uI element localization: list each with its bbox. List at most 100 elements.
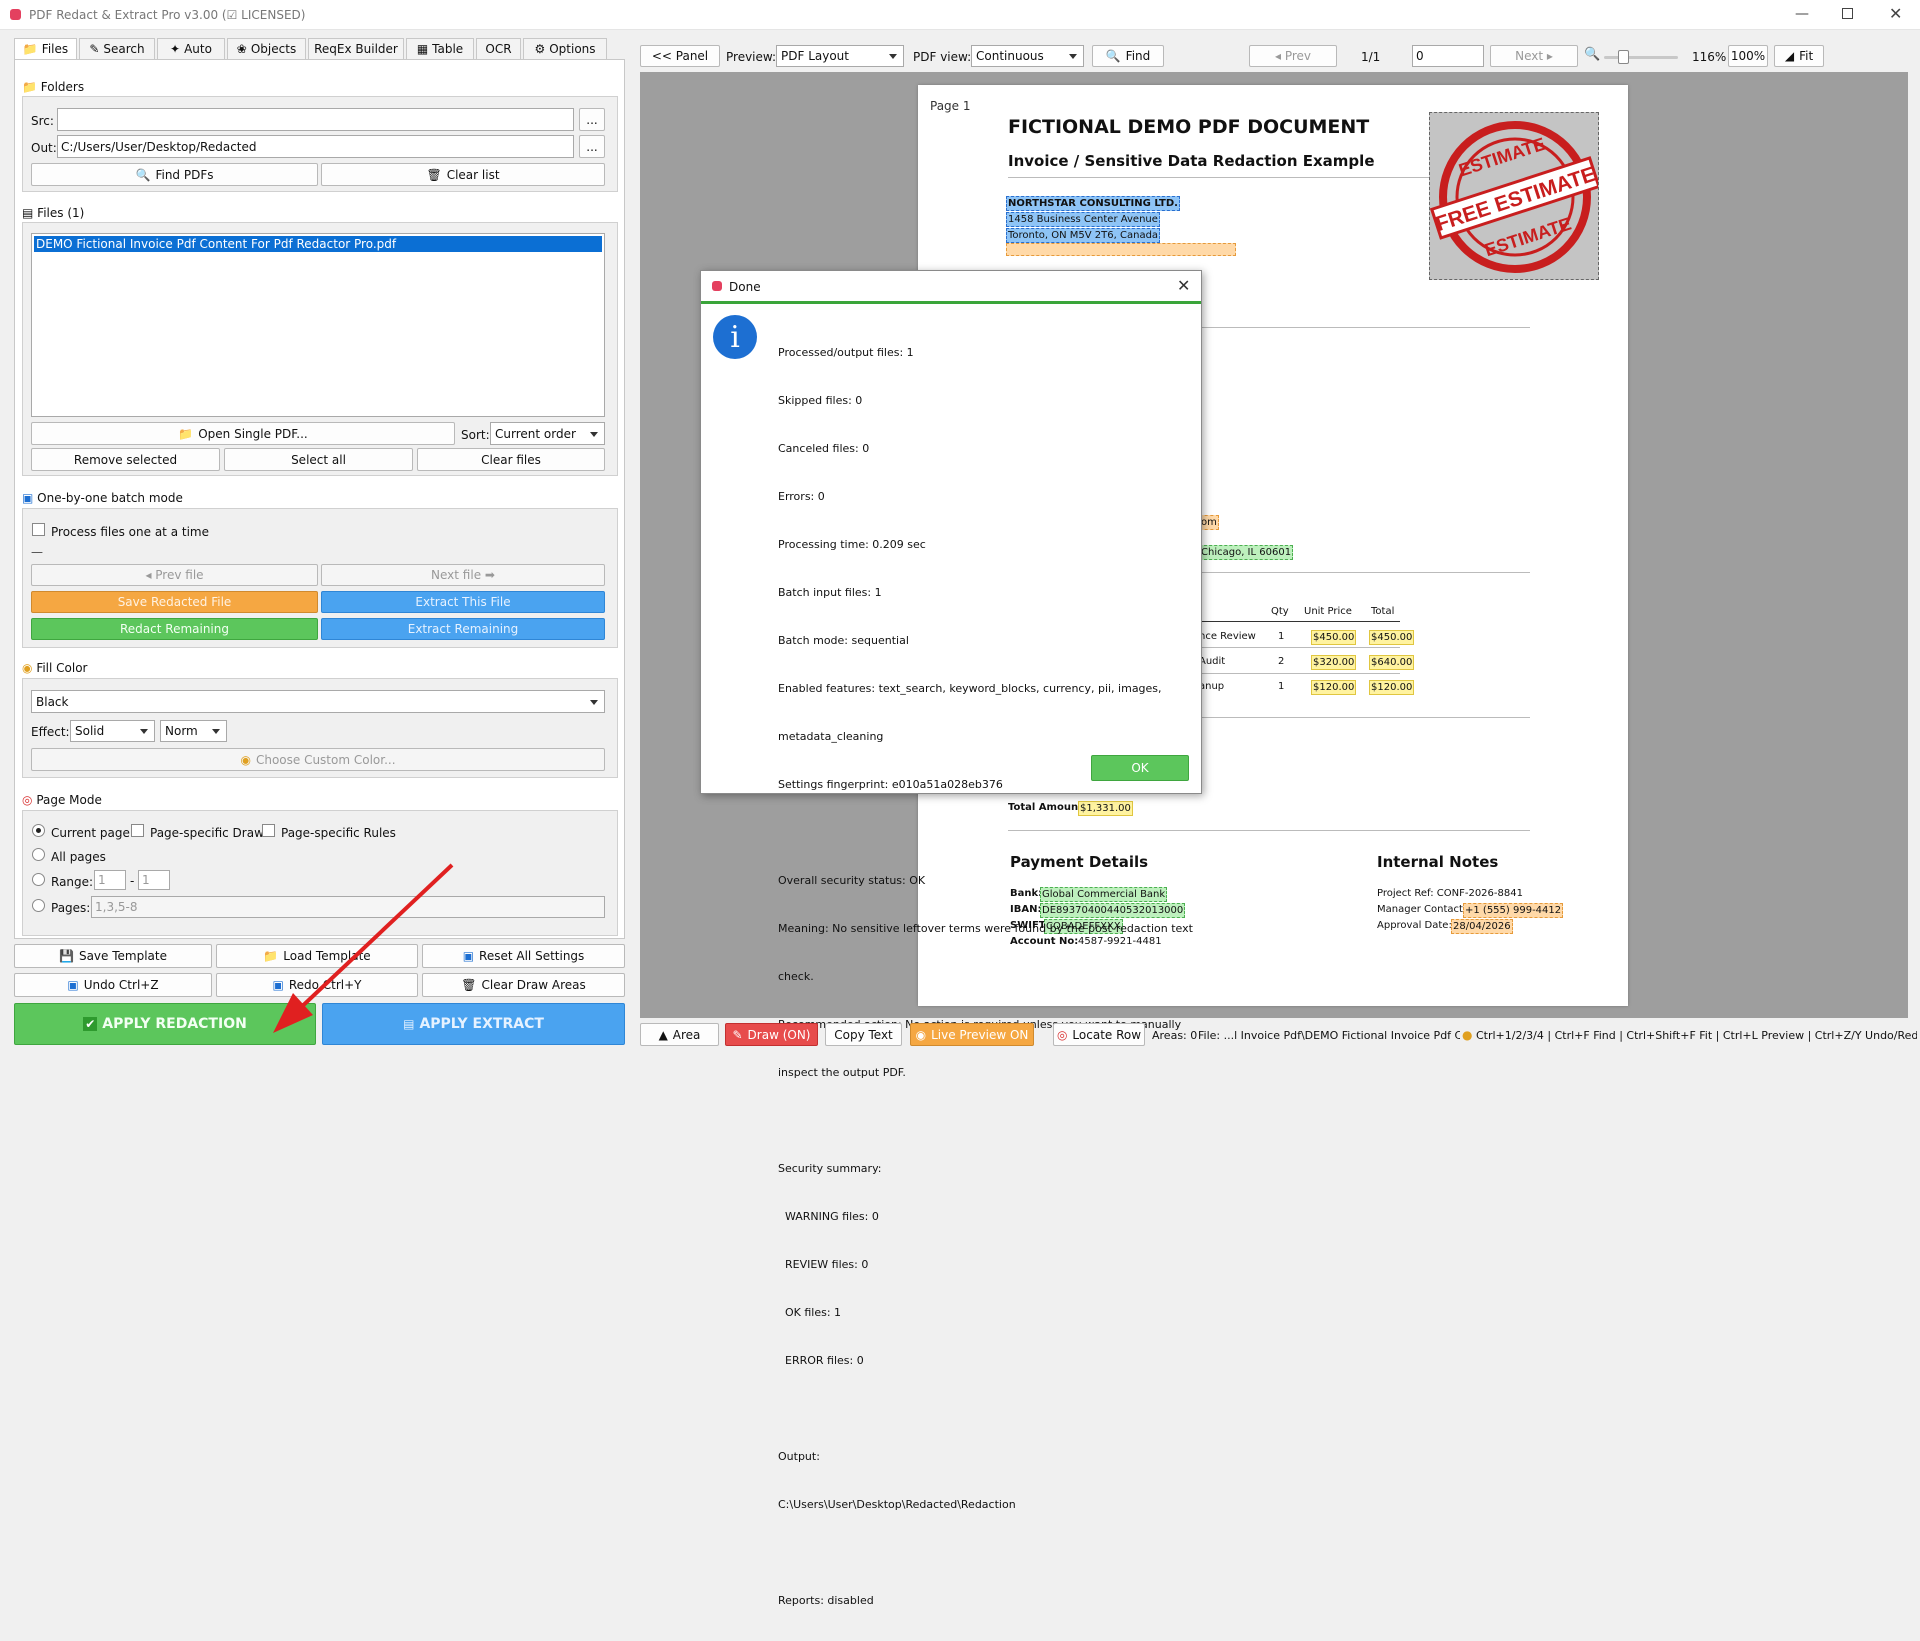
- pdf-view-select[interactable]: Continuous: [971, 45, 1084, 67]
- app-icon: [10, 9, 21, 20]
- dialog-title-bar[interactable]: Done ✕: [701, 271, 1201, 304]
- ruler-icon: ◢: [1784, 49, 1795, 63]
- batch-title: ▣ One-by-one batch mode: [22, 491, 183, 505]
- out-browse-button[interactable]: ...: [579, 135, 605, 158]
- tab-files[interactable]: 📁 Files: [14, 38, 77, 60]
- range-radio[interactable]: [32, 873, 45, 886]
- dialog-close-icon[interactable]: ✕: [1177, 276, 1190, 295]
- prev-file-button[interactable]: ◂ Prev file: [31, 564, 318, 586]
- clear-list-button[interactable]: 🗑 Clear list: [321, 163, 605, 186]
- range-dash: -: [130, 874, 135, 888]
- pages-radio[interactable]: [32, 899, 45, 912]
- page-label: Page 1: [930, 99, 971, 113]
- tab-regex-builder[interactable]: ReqEx Builder: [308, 38, 404, 60]
- range-to-input[interactable]: 1: [138, 870, 170, 890]
- norm-select[interactable]: Norm: [160, 720, 227, 742]
- open-single-pdf-button[interactable]: 📁 Open Single PDF...: [31, 422, 455, 445]
- reset-icon: ▣: [462, 949, 475, 963]
- search-icon: 🔍: [1105, 49, 1121, 63]
- current-page-radio[interactable]: [32, 824, 45, 837]
- tab-ocr[interactable]: OCR: [476, 38, 521, 60]
- live-preview-button[interactable]: ◉ Live Preview ON: [910, 1023, 1034, 1046]
- find-button[interactable]: 🔍 Find: [1092, 45, 1164, 67]
- sort-label: Sort:: [461, 428, 490, 442]
- zoom-icon: 🔍: [1584, 47, 1601, 62]
- minimize-icon[interactable]: —: [1795, 6, 1809, 22]
- target-icon: ◎: [22, 793, 33, 807]
- area-icon: ▲: [658, 1027, 668, 1042]
- row-qty: 1: [1278, 631, 1285, 642]
- dialog-app-icon: [712, 281, 722, 291]
- prev-page-button[interactable]: ◂ Prev: [1249, 45, 1337, 67]
- extract-remaining-button[interactable]: Extract Remaining: [321, 618, 605, 640]
- locate-row-button[interactable]: ◎ Locate Row: [1053, 1023, 1145, 1046]
- page-rules-checkbox[interactable]: [262, 824, 275, 837]
- next-file-button[interactable]: Next file ➡: [321, 564, 605, 586]
- sort-select[interactable]: Current order: [490, 422, 605, 445]
- stamp-image-box[interactable]: ESTIMATE FREE ESTIMATE ESTIMATE: [1429, 112, 1599, 280]
- process-one-label: Process files one at a time: [51, 525, 209, 539]
- preview-select[interactable]: PDF Layout: [776, 45, 904, 67]
- zoom-100-button[interactable]: 100%: [1728, 45, 1768, 67]
- row-desc: anup: [1199, 681, 1225, 692]
- area-tool-button[interactable]: ▲ Area: [640, 1023, 719, 1046]
- palette-icon: ◉: [22, 661, 33, 675]
- dialog-ok-button[interactable]: OK: [1091, 755, 1189, 781]
- list-item[interactable]: DEMO Fictional Invoice Pdf Content For P…: [34, 236, 602, 252]
- save-redacted-file-button[interactable]: Save Redacted File: [31, 591, 318, 613]
- tab-options[interactable]: ⚙ Options: [523, 38, 607, 60]
- page-draw-checkbox[interactable]: [131, 824, 144, 837]
- next-page-button[interactable]: Next ▸: [1490, 45, 1578, 67]
- close-window-icon[interactable]: ✕: [1889, 4, 1902, 23]
- process-one-checkbox[interactable]: [32, 523, 45, 536]
- zoom-value: 116%: [1692, 50, 1727, 64]
- draw-tool-button[interactable]: ✎ Draw (ON): [725, 1023, 818, 1046]
- tab-auto[interactable]: ✦ Auto: [157, 38, 225, 60]
- effect-select[interactable]: Solid: [70, 720, 155, 742]
- folder-icon: 📁: [22, 80, 37, 94]
- src-browse-button[interactable]: ...: [579, 108, 605, 131]
- all-pages-label: All pages: [51, 850, 106, 864]
- row-desc: Audit: [1199, 656, 1226, 667]
- file-list[interactable]: DEMO Fictional Invoice Pdf Content For P…: [31, 233, 605, 417]
- effect-label: Effect:: [31, 725, 70, 739]
- zoom-slider-handle[interactable]: [1618, 50, 1629, 64]
- undo-icon: ▣: [67, 978, 79, 992]
- batch-status: —: [31, 545, 43, 559]
- zoom-slider[interactable]: [1604, 56, 1678, 59]
- tab-objects[interactable]: ❀ Objects: [227, 38, 306, 60]
- range-label: Range:: [51, 875, 94, 889]
- redact-remaining-button[interactable]: Redact Remaining: [31, 618, 318, 640]
- tab-search[interactable]: ✎ Search: [79, 38, 155, 60]
- fit-button[interactable]: ◢ Fit: [1774, 45, 1824, 67]
- trash-icon: 🗑: [461, 978, 477, 992]
- out-input[interactable]: C:/Users/User/Desktop/Redacted: [57, 135, 574, 158]
- tab-table[interactable]: ▦ Table: [406, 38, 474, 60]
- select-all-button[interactable]: Select all: [224, 448, 413, 471]
- extract-this-file-button[interactable]: Extract This File: [321, 591, 605, 613]
- check-icon: ✔: [83, 1017, 98, 1031]
- find-pdfs-button[interactable]: 🔍 Find PDFs: [31, 163, 318, 186]
- all-pages-radio[interactable]: [32, 848, 45, 861]
- page-input[interactable]: 0: [1412, 45, 1484, 67]
- save-template-button[interactable]: 💾 Save Template: [14, 944, 212, 968]
- city-fragment: Chicago, IL 60601: [1199, 545, 1294, 560]
- copy-text-button[interactable]: Copy Text: [825, 1023, 902, 1046]
- range-from-input[interactable]: 1: [94, 870, 126, 890]
- checkbox-icon: ▣: [22, 491, 34, 505]
- fill-color-select[interactable]: Black: [31, 690, 605, 713]
- objects-icon: ❀: [236, 42, 247, 56]
- remove-selected-button[interactable]: Remove selected: [31, 448, 220, 471]
- choose-custom-color-button[interactable]: ◉ Choose Custom Color...: [31, 748, 605, 771]
- manager-value: +1 (555) 999-4412: [1463, 903, 1564, 918]
- undo-button[interactable]: ▣ Undo Ctrl+Z: [14, 973, 212, 997]
- panel-toggle-button[interactable]: << Panel: [640, 45, 720, 67]
- approval-label: Approval Date:: [1377, 920, 1452, 931]
- folder-icon: 📁: [22, 42, 38, 56]
- title-bar: PDF Redact & Extract Pro v3.00 (☑ LICENS…: [0, 0, 1920, 30]
- done-dialog[interactable]: Done ✕ i Processed/output files: 1 Skipp…: [700, 270, 1202, 1607]
- src-input[interactable]: [57, 108, 574, 131]
- clear-files-button[interactable]: Clear files: [417, 448, 605, 471]
- maximize-icon[interactable]: [1842, 8, 1853, 19]
- current-file-path: File: ...l Invoice Pdf\DEMO Fictional In…: [1198, 1029, 1460, 1042]
